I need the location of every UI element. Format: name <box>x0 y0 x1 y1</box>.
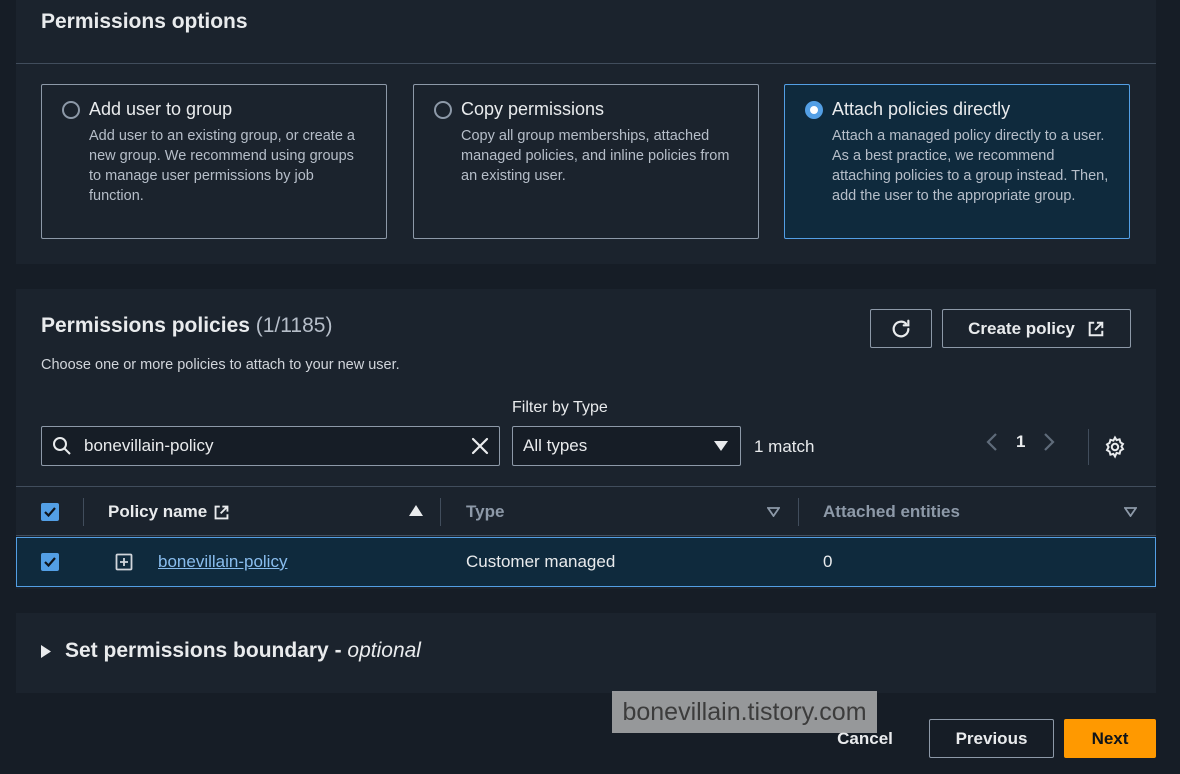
column-divider <box>83 498 84 526</box>
select-all-cell <box>41 487 59 537</box>
permissions-policies-panel: Permissions policies (1/1185) Choose one… <box>16 289 1156 589</box>
permissions-options-title: Permissions options <box>41 10 248 33</box>
caret-down-icon <box>714 441 728 451</box>
column-policy-name-label: Policy name <box>108 502 208 521</box>
expand-icon[interactable] <box>115 553 133 571</box>
radio-add-user-to-group[interactable] <box>62 101 80 119</box>
boundary-title: Set permissions boundary - optional <box>65 639 421 663</box>
chevron-left-icon[interactable] <box>986 432 998 452</box>
row-checkbox[interactable] <box>41 553 59 571</box>
pagination-divider <box>1088 429 1089 465</box>
policy-type-cell: Customer managed <box>466 552 616 571</box>
column-entities-label: Attached entities <box>823 502 960 521</box>
policies-subtitle: Choose one or more policies to attach to… <box>41 357 400 373</box>
radio-copy-permissions[interactable] <box>434 101 452 119</box>
external-link-icon <box>1088 321 1104 336</box>
policy-name-link[interactable]: bonevillain-policy <box>158 552 287 572</box>
column-type-label: Type <box>466 502 505 521</box>
policy-name-cell: bonevillain-policy <box>158 538 287 586</box>
option-add-user-to-group[interactable]: Add user to group Add user to an existin… <box>41 84 387 239</box>
column-divider <box>440 498 441 526</box>
external-link-icon <box>214 505 229 519</box>
column-policy-name[interactable]: Policy name <box>108 487 230 537</box>
sort-icon[interactable] <box>767 507 780 517</box>
type-filter-select[interactable]: All types <box>512 426 741 466</box>
chevron-right-icon[interactable] <box>1043 432 1056 452</box>
search-value[interactable]: bonevillain-policy <box>84 436 471 456</box>
search-icon <box>53 437 71 455</box>
permissions-options-tiles: Add user to group Add user to an existin… <box>41 84 1131 239</box>
option-copy-permissions[interactable]: Copy permissions Copy all group membersh… <box>413 84 759 239</box>
refresh-button[interactable] <box>870 309 932 348</box>
next-button[interactable]: Next <box>1064 719 1156 758</box>
option-description: Add user to an existing group, or create… <box>89 128 355 204</box>
permissions-boundary-toggle[interactable]: Set permissions boundary - optional <box>41 639 421 663</box>
attached-entities-cell: 0 <box>823 552 833 571</box>
permissions-boundary-panel: Set permissions boundary - optional <box>16 613 1156 693</box>
option-label: Add user to group <box>89 99 233 119</box>
row-select-cell <box>41 538 59 586</box>
caret-right-icon <box>41 644 51 658</box>
policies-count: (1/1185) <box>255 314 333 337</box>
option-attach-policies-directly[interactable]: Attach policies directly Attach a manage… <box>784 84 1130 239</box>
match-count: 1 match <box>754 437 815 456</box>
create-policy-label: Create policy <box>968 318 1075 338</box>
option-label: Attach policies directly <box>832 99 1011 119</box>
check-icon <box>44 507 56 517</box>
permissions-options-panel: Permissions options Add user to group Ad… <box>16 0 1156 264</box>
column-divider <box>798 498 799 526</box>
pagination: 1 <box>986 432 1056 452</box>
boundary-optional: optional <box>347 639 421 662</box>
column-type[interactable]: Type <box>466 487 504 537</box>
check-icon <box>44 557 56 567</box>
option-description: Copy all group memberships, attached man… <box>461 128 730 184</box>
filter-by-type-label: Filter by Type <box>512 399 608 416</box>
refresh-icon <box>892 319 910 337</box>
column-attached-entities[interactable]: Attached entities <box>823 487 960 537</box>
select-all-checkbox[interactable] <box>41 503 59 521</box>
table-header: Policy name Type Attached entities <box>16 486 1156 536</box>
watermark: bonevillain.tistory.com <box>612 691 877 733</box>
previous-button[interactable]: Previous <box>929 719 1054 758</box>
option-description: Attach a managed policy directly to a us… <box>832 128 1109 204</box>
sort-icon[interactable] <box>1124 507 1137 517</box>
policy-search-input[interactable]: bonevillain-policy <box>41 426 500 466</box>
clear-icon[interactable] <box>471 437 489 455</box>
table-row[interactable]: bonevillain-policy Customer managed 0 <box>16 537 1156 587</box>
permissions-policies-title: Permissions policies (1/1185) <box>41 314 332 338</box>
create-policy-button[interactable]: Create policy <box>942 309 1131 348</box>
boundary-title-text: Set permissions boundary - <box>65 639 348 662</box>
sort-ascending-icon[interactable] <box>409 505 423 516</box>
expand-cell <box>115 538 133 586</box>
policies-title-text: Permissions policies <box>41 314 250 337</box>
option-label: Copy permissions <box>461 99 605 119</box>
current-page[interactable]: 1 <box>1016 432 1025 452</box>
type-filter-value: All types <box>523 436 588 455</box>
gear-icon[interactable] <box>1103 435 1127 459</box>
radio-attach-policies-directly[interactable] <box>805 101 823 119</box>
